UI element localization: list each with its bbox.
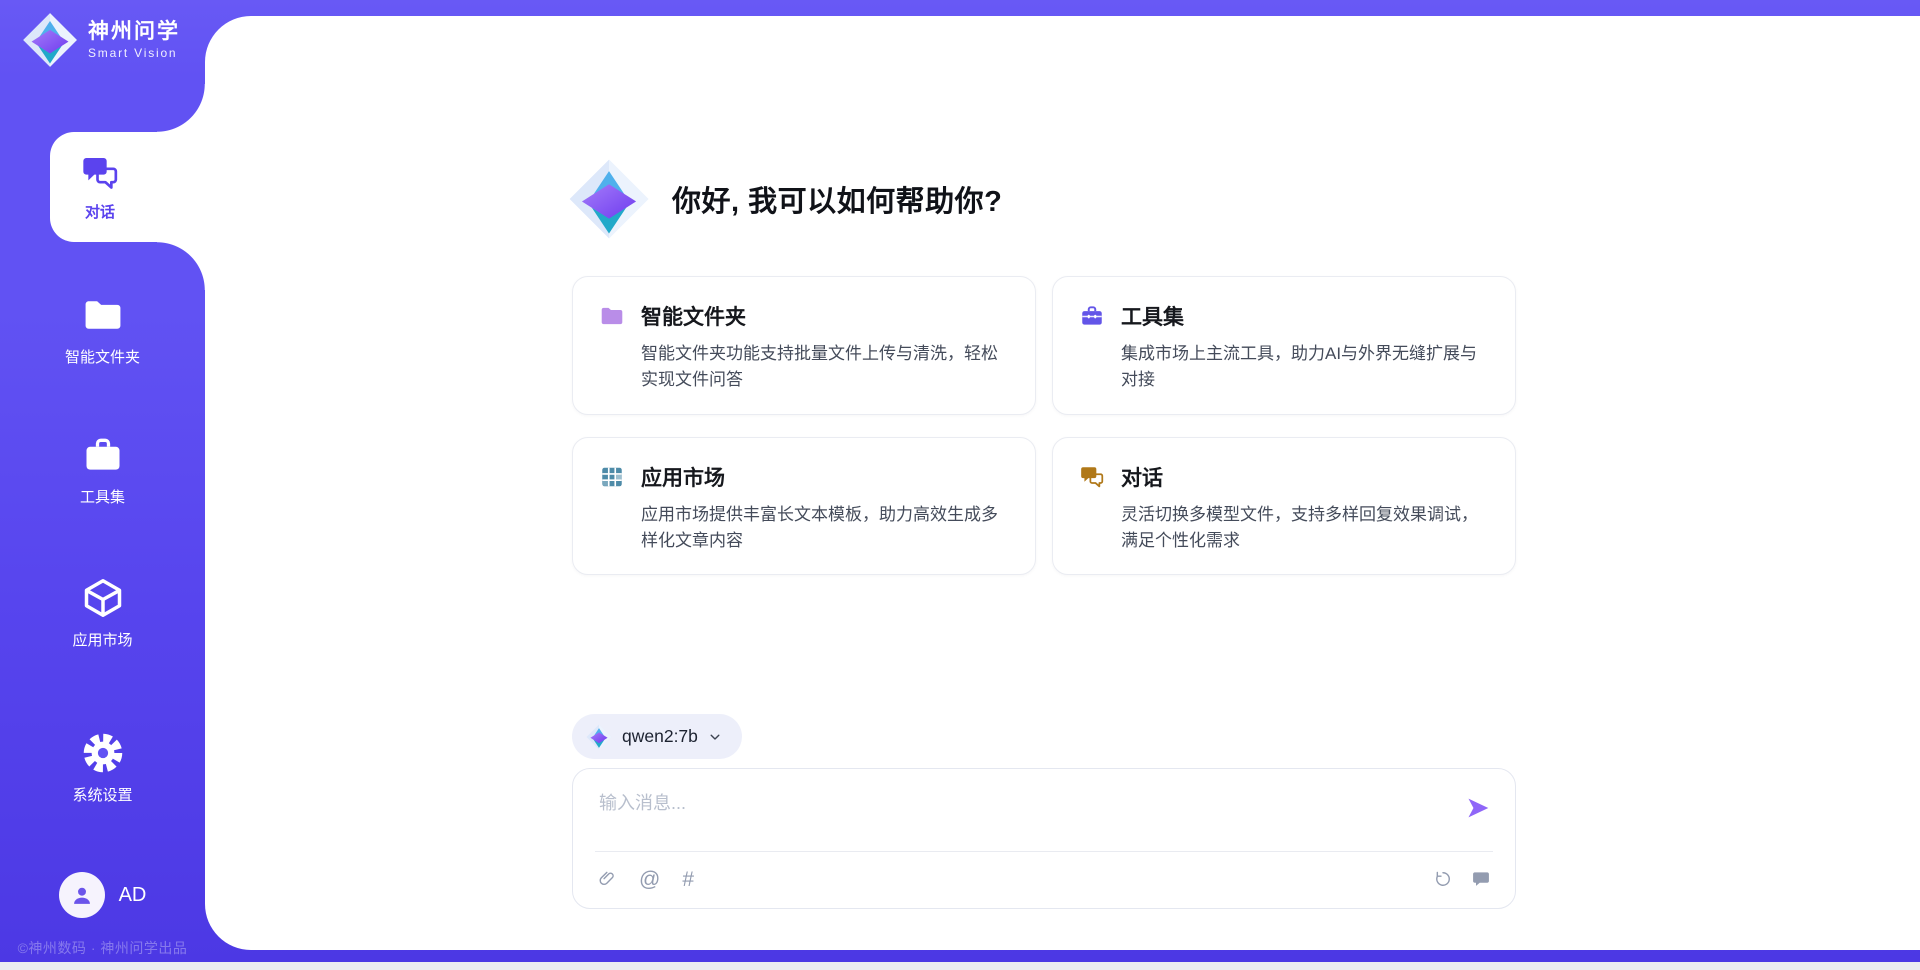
card-description: 智能文件夹功能支持批量文件上传与清洗，轻松实现文件问答 <box>641 341 1009 394</box>
briefcase-icon <box>1079 303 1105 329</box>
sidebar-item-toolset[interactable]: 工具集 <box>0 433 205 507</box>
composer-divider <box>595 851 1493 852</box>
mention-button[interactable]: @ <box>639 869 660 890</box>
chevron-down-icon <box>708 730 722 744</box>
chat-icon <box>1079 464 1105 490</box>
sidebar-item-label: 智能文件夹 <box>65 346 140 367</box>
message-input[interactable] <box>597 787 1437 845</box>
folder-icon <box>599 303 625 329</box>
grid-icon <box>599 464 625 490</box>
brand-name: 神州问学 <box>88 20 180 44</box>
card-description: 集成市场上主流工具，助力AI与外界无缝扩展与对接 <box>1121 341 1489 394</box>
user-name: AD <box>119 884 147 907</box>
person-icon <box>68 881 96 909</box>
sidebar-footer-credit: ©神州数码 · 神州问学出品 <box>0 938 205 958</box>
send-icon[interactable] <box>1465 795 1491 821</box>
bottom-edge <box>0 962 1920 970</box>
card-description: 应用市场提供丰富长文本模板，助力高效生成多样化文章内容 <box>641 502 1009 555</box>
gear-icon <box>81 731 125 775</box>
brand-subtitle: Smart Vision <box>88 46 180 60</box>
model-name: qwen2:7b <box>622 726 698 747</box>
sidebar-item-label: 系统设置 <box>72 784 132 805</box>
card-title: 工具集 <box>1121 301 1184 331</box>
sidebar-item-app-market[interactable]: 应用市场 <box>0 576 205 650</box>
model-diamond-logo-icon <box>586 724 612 750</box>
new-chat-button[interactable] <box>1471 869 1491 889</box>
brand-diamond-logo-icon <box>22 12 78 68</box>
card-smart-folder[interactable]: 智能文件夹 智能文件夹功能支持批量文件上传与清洗，轻松实现文件问答 <box>572 276 1036 415</box>
card-app-market[interactable]: 应用市场 应用市场提供丰富长文本模板，助力高效生成多样化文章内容 <box>572 437 1036 576</box>
user-account[interactable]: AD <box>0 872 205 918</box>
sidebar-item-system-settings[interactable]: 系统设置 <box>0 731 205 805</box>
app-window: 神州问学 Smart Vision 对话 智能文件夹 工具集 应用市场 系统设置 <box>0 0 1920 970</box>
message-composer: @ # <box>572 768 1516 909</box>
hashtag-button[interactable]: # <box>682 869 694 890</box>
toolbox-icon <box>81 433 125 477</box>
sidebar: 神州问学 Smart Vision 对话 智能文件夹 工具集 应用市场 系统设置 <box>0 0 205 970</box>
assistant-diamond-logo-icon <box>568 158 650 240</box>
card-chat[interactable]: 对话 灵活切换多模型文件，支持多样回复效果调试，满足个性化需求 <box>1052 437 1516 576</box>
greeting: 你好, 我可以如何帮助你? <box>568 158 1002 240</box>
history-icon <box>1433 869 1453 889</box>
card-toolset[interactable]: 工具集 集成市场上主流工具，助力AI与外界无缝扩展与对接 <box>1052 276 1516 415</box>
sidebar-item-smart-folder[interactable]: 智能文件夹 <box>0 293 205 367</box>
folder-icon <box>81 293 125 337</box>
cube-icon <box>81 576 125 620</box>
card-title: 应用市场 <box>641 462 725 492</box>
brand[interactable]: 神州问学 Smart Vision <box>22 12 180 68</box>
model-selector[interactable]: qwen2:7b <box>572 714 742 759</box>
sidebar-item-chat-active[interactable]: 对话 <box>50 132 205 242</box>
sidebar-item-label: 应用市场 <box>72 629 132 650</box>
card-description: 灵活切换多模型文件，支持多样回复效果调试，满足个性化需求 <box>1121 502 1489 555</box>
avatar <box>59 872 105 918</box>
attach-file-button[interactable] <box>597 869 617 889</box>
card-title: 智能文件夹 <box>641 301 746 331</box>
comment-icon <box>1471 869 1491 889</box>
paperclip-icon <box>597 869 617 889</box>
card-title: 对话 <box>1121 462 1163 492</box>
sidebar-item-label: 对话 <box>85 201 115 222</box>
feature-cards: 智能文件夹 智能文件夹功能支持批量文件上传与清洗，轻松实现文件问答 工具集 集成… <box>572 276 1516 575</box>
sidebar-item-label: 工具集 <box>80 486 125 507</box>
history-button[interactable] <box>1433 869 1453 889</box>
greeting-text: 你好, 我可以如何帮助你? <box>672 178 1002 220</box>
chat-icon <box>80 153 120 193</box>
